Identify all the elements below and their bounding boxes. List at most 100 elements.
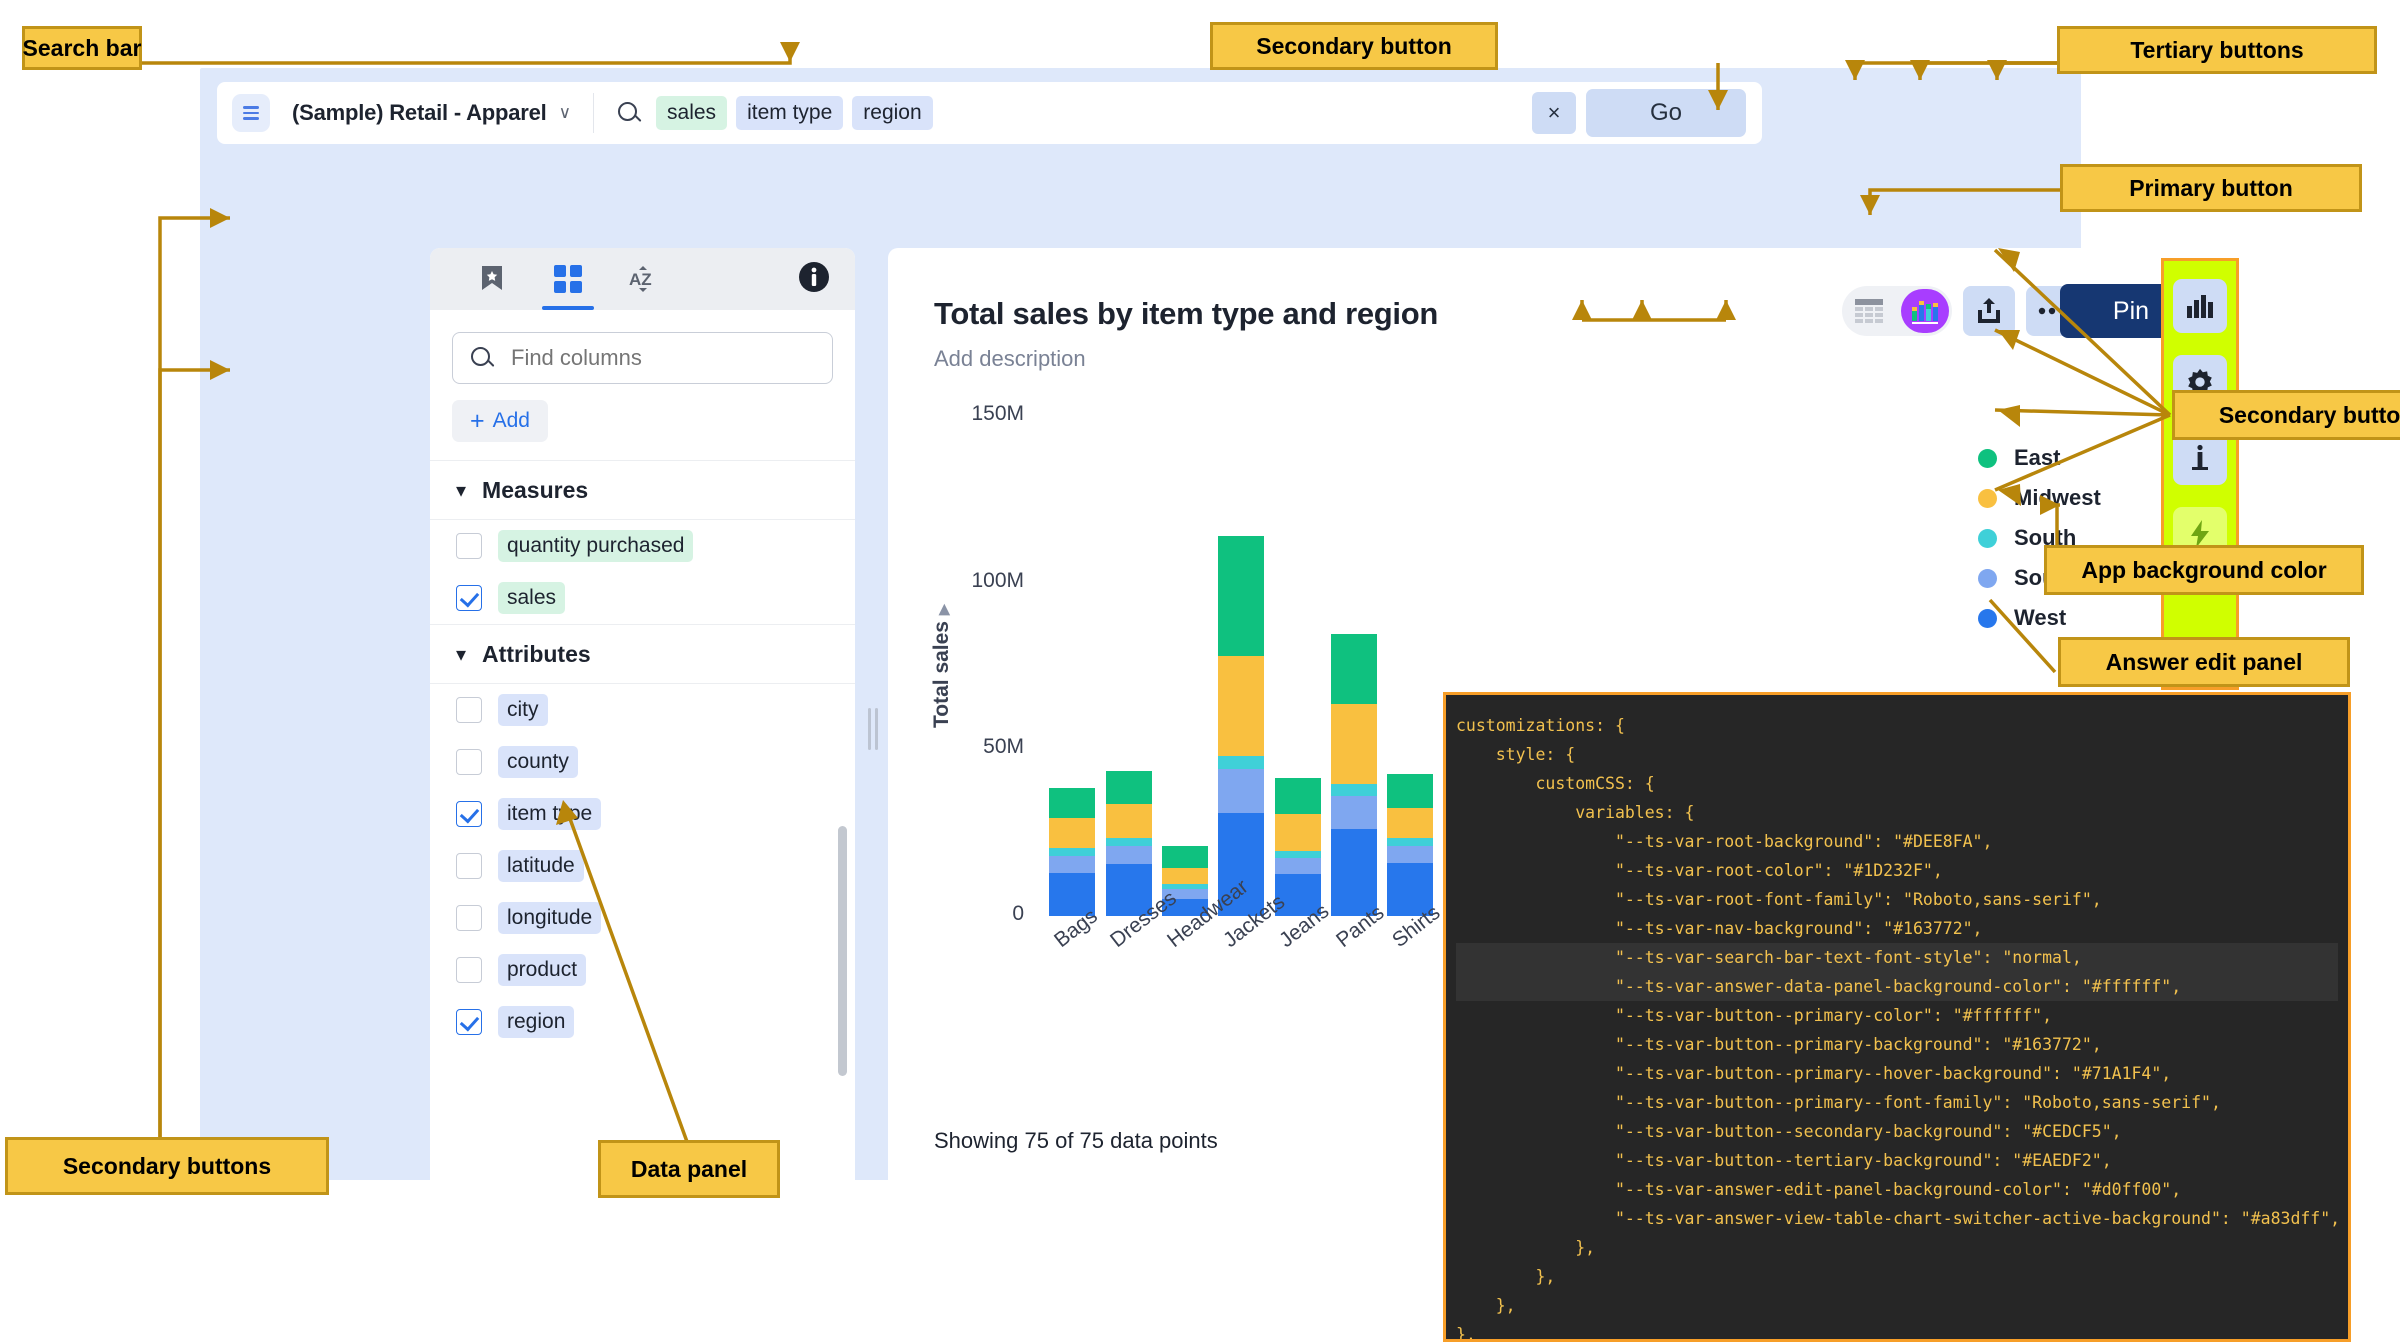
bar-segment[interactable] — [1387, 846, 1434, 863]
list-item[interactable]: region — [430, 996, 855, 1048]
code-line: "--ts-var-button--primary--font-family":… — [1456, 1093, 2221, 1112]
bar-segment[interactable] — [1218, 769, 1265, 813]
bar-segment[interactable] — [1274, 814, 1321, 852]
bar-segment[interactable] — [1105, 804, 1152, 838]
list-item[interactable]: sales — [430, 572, 855, 624]
bar-segment[interactable] — [1331, 634, 1377, 705]
bar-segment[interactable] — [1049, 856, 1096, 873]
bar-stack[interactable] — [1274, 777, 1321, 916]
list-item[interactable]: item type — [430, 788, 855, 840]
y-axis-label[interactable]: Total sales ▶ — [930, 604, 954, 728]
checkbox[interactable] — [456, 1009, 482, 1035]
legend-item[interactable]: Midwest — [1978, 478, 2125, 518]
bar-segment[interactable] — [1105, 837, 1152, 847]
code-line: }, — [1456, 1238, 1596, 1257]
search-input[interactable] — [509, 344, 793, 372]
list-item[interactable]: latitude — [430, 840, 855, 892]
code-line: "--ts-var-button--primary--hover-backgro… — [1456, 1064, 2172, 1083]
bar-segment[interactable] — [1274, 777, 1321, 815]
code-line: customCSS: { — [1456, 774, 1655, 793]
search-token-region[interactable]: region — [852, 96, 933, 130]
list-item[interactable]: product — [430, 944, 855, 996]
code-line: "--ts-var-root-font-family": "Roboto,san… — [1456, 890, 2102, 909]
scrollbar[interactable] — [838, 826, 847, 1076]
checkbox[interactable] — [456, 533, 482, 559]
bar-stack[interactable] — [1105, 771, 1152, 916]
list-item[interactable]: quantity purchased — [430, 520, 855, 572]
bar-segment[interactable] — [1105, 771, 1152, 805]
list-item[interactable]: county — [430, 736, 855, 788]
group-header-attributes[interactable]: ▾ Attributes — [430, 624, 855, 684]
clear-search-button[interactable]: × — [1532, 92, 1576, 134]
chart-legend: EastMidwestSouthSouthwestWest — [1978, 438, 2125, 638]
bar-segment[interactable] — [1331, 796, 1377, 830]
checkbox[interactable] — [456, 853, 482, 879]
panel-resize-handle[interactable] — [868, 708, 878, 750]
bar-segment[interactable] — [1049, 847, 1096, 857]
legend-color-swatch — [1978, 488, 1997, 508]
chart-config-button[interactable] — [2173, 279, 2227, 333]
y-axis-tick: 50M — [983, 735, 1024, 759]
list-item[interactable]: city — [430, 684, 855, 736]
bar-segment[interactable] — [1218, 536, 1265, 657]
bar-stack[interactable] — [1331, 634, 1377, 916]
bar-segment[interactable] — [1387, 774, 1434, 808]
share-button[interactable] — [1963, 286, 2015, 336]
menu-icon[interactable] — [232, 94, 270, 132]
bar-segment[interactable] — [1049, 817, 1096, 848]
tab-columns[interactable] — [530, 248, 606, 310]
add-label: Add — [492, 409, 530, 432]
legend-color-swatch — [1978, 568, 1997, 588]
bar-stack[interactable] — [1049, 787, 1096, 916]
bar-segment[interactable] — [1049, 787, 1096, 818]
bar-segment[interactable] — [1274, 851, 1321, 858]
page-title[interactable]: Total sales by item type and region — [934, 296, 1438, 332]
checkbox[interactable] — [456, 905, 482, 931]
y-axis-tick: 150M — [971, 402, 1024, 425]
checkbox[interactable] — [456, 697, 482, 723]
bookmark-icon — [482, 266, 502, 290]
bar-segment[interactable] — [1218, 656, 1265, 757]
go-button[interactable]: Go — [1586, 89, 1746, 137]
tab-sort-az[interactable]: AZ — [606, 248, 682, 310]
group-header-measures[interactable]: ▾ Measures — [430, 460, 855, 520]
chevron-down-icon: ▾ — [456, 643, 467, 666]
caret-icon: ▶ — [935, 604, 951, 616]
bar-segment[interactable] — [1161, 846, 1208, 868]
tab-bookmarks[interactable] — [454, 248, 530, 310]
checkbox[interactable] — [456, 585, 482, 611]
bar-segment[interactable] — [1274, 857, 1321, 875]
search-bar[interactable]: (Sample) Retail - Apparel ∨ sales item t… — [217, 82, 1762, 144]
checkbox[interactable] — [456, 957, 482, 983]
list-item[interactable]: longitude — [430, 892, 855, 944]
annotation-search-bar: Search bar — [22, 26, 142, 70]
bar-segment[interactable] — [1387, 837, 1434, 847]
bar-stack[interactable] — [1387, 774, 1434, 916]
bar-segment[interactable] — [1161, 867, 1208, 885]
chevron-down-icon[interactable]: ∨ — [559, 103, 571, 123]
bar-segment[interactable] — [1218, 756, 1265, 770]
checkbox[interactable] — [456, 801, 482, 827]
table-view-icon[interactable] — [1845, 289, 1893, 333]
bar-segment[interactable] — [1331, 784, 1377, 797]
answer-description[interactable]: Add description — [934, 346, 1086, 372]
column-label: sales — [498, 582, 566, 614]
chart-view-icon[interactable] — [1901, 289, 1949, 333]
data-panel-info-button[interactable] — [797, 260, 831, 299]
dataset-selector[interactable]: (Sample) Retail - Apparel — [292, 100, 547, 126]
table-chart-switcher — [1842, 286, 1952, 336]
bar-segment[interactable] — [1387, 807, 1434, 838]
add-column-button[interactable]: + Add — [452, 400, 548, 442]
legend-item[interactable]: West — [1978, 598, 2125, 638]
find-columns-field[interactable] — [452, 332, 833, 384]
checkbox[interactable] — [456, 749, 482, 775]
bar-stack[interactable] — [1218, 536, 1265, 916]
bar-segment[interactable] — [1331, 704, 1377, 785]
bar-segment[interactable] — [1105, 846, 1152, 865]
search-token-sales[interactable]: sales — [656, 96, 728, 130]
code-line: "--ts-var-answer-edit-panel-background-c… — [1456, 1180, 2182, 1199]
legend-item[interactable]: East — [1978, 438, 2125, 478]
code-line: }, — [1456, 1267, 1556, 1286]
code-line: "--ts-var-root-color": "#1D232F", — [1456, 861, 1943, 880]
search-token-item-type[interactable]: item type — [736, 96, 844, 130]
